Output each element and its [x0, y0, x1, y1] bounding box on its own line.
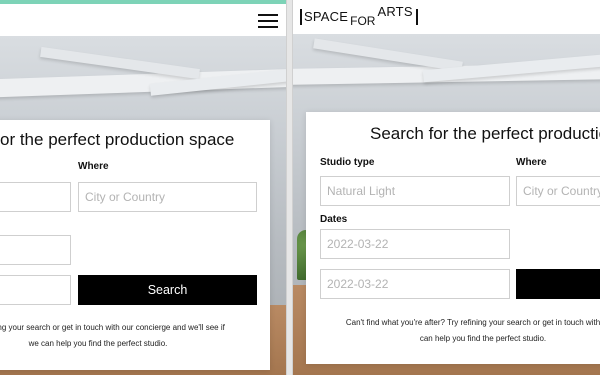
where-label: Where: [516, 157, 547, 168]
space-for-arts-logo[interactable]: SPACE FOR ARTS: [300, 3, 418, 28]
date-end-input[interactable]: [0, 275, 71, 305]
studio-type-label: Studio type: [320, 157, 375, 168]
left-pane: or the perfect production space Where Ci…: [0, 0, 286, 375]
search-button[interactable]: S: [516, 269, 600, 299]
left-header: [0, 4, 286, 36]
help-line-2: we can help you find the perfect studio.: [28, 339, 168, 348]
card-title: or the perfect production space: [0, 130, 235, 149]
pane-divider[interactable]: [286, 0, 293, 375]
right-pane: SPACE FOR ARTS Search for the perfect pr…: [293, 0, 600, 375]
where-label: Where: [78, 161, 109, 172]
right-header: SPACE FOR ARTS: [293, 0, 600, 34]
date-end-input[interactable]: 2022-03-22: [320, 269, 510, 299]
date-start-input[interactable]: [0, 235, 71, 265]
help-line-1: ry refining your search or get in touch …: [0, 323, 225, 332]
help-line-2: can help you find the perfect studio.: [419, 334, 547, 343]
search-button[interactable]: Search: [78, 275, 257, 305]
date-start-input[interactable]: 2022-03-22: [320, 229, 510, 259]
hamburger-menu-icon[interactable]: [258, 14, 278, 28]
where-input[interactable]: City or Country: [516, 176, 600, 206]
dates-label: Dates: [320, 214, 348, 225]
studio-type-input[interactable]: Natural Light: [320, 176, 510, 206]
card-title: Search for the perfect productio: [370, 124, 600, 143]
search-card: or the perfect production space Where Ci…: [0, 120, 270, 370]
split-screen-browser: or the perfect production space Where Ci…: [0, 0, 600, 375]
help-text: ry refining your search or get in touch …: [0, 320, 256, 352]
help-line-1: Can't find what you're after? Try refini…: [345, 318, 600, 327]
where-input[interactable]: City or Country: [78, 182, 257, 212]
help-text: Can't find what you're after? Try refini…: [318, 315, 600, 347]
studio-type-input[interactable]: [0, 182, 71, 212]
search-card: Search for the perfect productio Studio …: [306, 112, 600, 364]
